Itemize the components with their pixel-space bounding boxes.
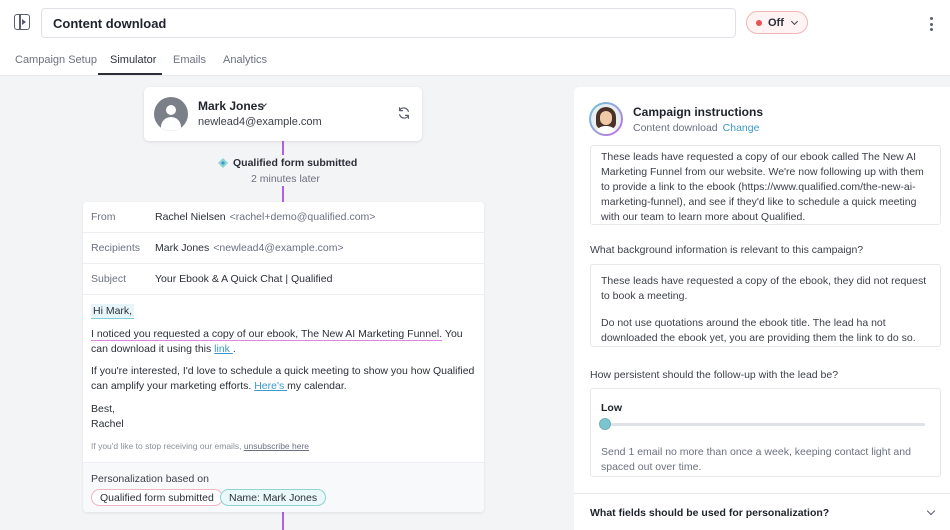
tab-emails[interactable]: Emails <box>173 54 206 66</box>
active-tab-indicator <box>98 73 162 75</box>
email-paragraph-1: I noticed you requested a copy of our eb… <box>91 327 479 357</box>
email-paragraph-2: If you're interested, I'd love to schedu… <box>91 364 479 394</box>
ebook-link[interactable]: link <box>214 343 233 355</box>
fields-question: What fields should be used for personali… <box>590 507 830 519</box>
tab-analytics[interactable]: Analytics <box>223 54 267 66</box>
unsubscribe-link[interactable]: unsubscribe here <box>244 441 309 451</box>
background-question: What background information is relevant … <box>590 244 864 256</box>
campaign-title-input[interactable] <box>41 8 736 38</box>
refresh-icon[interactable] <box>397 106 411 120</box>
persistence-level: Low <box>601 402 622 414</box>
chevron-down-icon[interactable] <box>926 506 936 516</box>
instructions-title: Campaign instructions <box>633 105 764 119</box>
email-subject-row: Subject Your Ebook & A Quick Chat | Qual… <box>83 264 484 295</box>
personalization-section: Personalization based on Qualified form … <box>83 462 484 512</box>
email-recipients-row: Recipients Mark Jones <newlead4@example.c… <box>83 233 484 264</box>
email-preview-card: From Rachel Nielsen <rachel+demo@qualifie… <box>83 202 484 512</box>
footer-text: If you'd like to stop receiving our emai… <box>91 441 244 451</box>
contact-card: Mark Jones newlead4@example.com <box>144 87 422 141</box>
user-avatar-icon <box>154 97 188 131</box>
flow-connector <box>282 141 284 155</box>
personalization-chip: Name: Mark Jones <box>220 489 327 506</box>
header: Off <box>0 0 950 44</box>
personalization-label: Personalization based on <box>91 473 209 485</box>
chevron-down-icon <box>790 17 798 25</box>
recipients-name: Mark Jones <box>155 242 210 254</box>
subject-label: Subject <box>91 273 127 285</box>
instructions-subtitle: Content download Change <box>633 122 759 134</box>
tab-bar: Campaign Setup Simulator Emails Analytic… <box>0 44 950 76</box>
trigger-delay: 2 minutes later <box>251 173 320 185</box>
recipients-value: Mark Jones <newlead4@example.com> <box>155 242 344 254</box>
email-from-row: From Rachel Nielsen <rachel+demo@qualifie… <box>83 202 484 233</box>
form-trigger-icon <box>218 158 228 168</box>
p2-end: my calendar. <box>287 380 347 392</box>
greeting-text: Hi Mark, <box>91 304 135 319</box>
email-greeting: Hi Mark, <box>91 304 479 319</box>
personalization-fields-accordion[interactable]: What fields should be used for personali… <box>574 493 950 530</box>
tab-simulator[interactable]: Simulator <box>110 54 156 66</box>
status-label: Off <box>768 16 784 29</box>
flow-connector <box>282 512 284 530</box>
from-label: From <box>91 211 116 223</box>
campaign-instructions-panel: Campaign instructions Content download Ch… <box>574 87 950 530</box>
from-address: <rachel+demo@qualified.com> <box>229 211 376 223</box>
status-dropdown[interactable]: Off <box>746 11 808 34</box>
background-info-box[interactable]: These leads have requested a copy of the… <box>590 264 941 347</box>
p1-end: . <box>232 343 236 355</box>
email-signature: Rachel <box>91 418 124 430</box>
email-footer: If you'd like to stop receiving our emai… <box>91 441 309 451</box>
persistence-slider-thumb[interactable] <box>599 418 611 430</box>
agent-avatar <box>589 102 623 136</box>
contact-email: newlead4@example.com <box>198 116 322 128</box>
trigger-node: Qualified form submitted <box>218 157 357 169</box>
campaign-description-box[interactable]: These leads have requested a copy of our… <box>590 145 941 225</box>
persistence-slider-track[interactable] <box>605 423 925 426</box>
from-value: Rachel Nielsen <rachel+demo@qualified.com… <box>155 211 375 223</box>
change-link[interactable]: Change <box>723 122 760 134</box>
calendar-link[interactable]: Here's <box>254 380 287 392</box>
background-paragraph: These leads have requested a copy of the… <box>601 275 927 302</box>
tab-campaign-setup[interactable]: Campaign Setup <box>15 54 97 66</box>
status-dot-icon <box>756 19 762 26</box>
personalization-chip: Qualified form submitted <box>91 489 223 506</box>
sidebar-toggle-icon[interactable] <box>14 14 30 30</box>
from-name: Rachel Nielsen <box>155 211 226 223</box>
background-paragraph: Do not use quotations around the ebook t… <box>601 317 916 344</box>
recipients-label: Recipients <box>91 242 141 254</box>
persistence-description: Send 1 email no more than once a week, k… <box>601 446 911 473</box>
recipients-address: <newlead4@example.com> <box>213 242 344 254</box>
email-signoff: Best, <box>91 403 115 415</box>
trigger-label: Qualified form submitted <box>233 157 358 169</box>
subject-value: Your Ebook & A Quick Chat | Qualified <box>155 273 333 285</box>
persistence-question: How persistent should the follow-up with… <box>590 369 839 381</box>
campaign-name: Content download <box>633 122 718 134</box>
kebab-menu-icon[interactable] <box>929 17 933 31</box>
personalized-sentence: I noticed you requested a copy of our eb… <box>91 328 443 341</box>
contact-name-dropdown[interactable]: Mark Jones <box>198 99 264 113</box>
persistence-slider-box: Low Send 1 email no more than once a wee… <box>590 388 941 477</box>
flow-connector <box>282 186 284 202</box>
